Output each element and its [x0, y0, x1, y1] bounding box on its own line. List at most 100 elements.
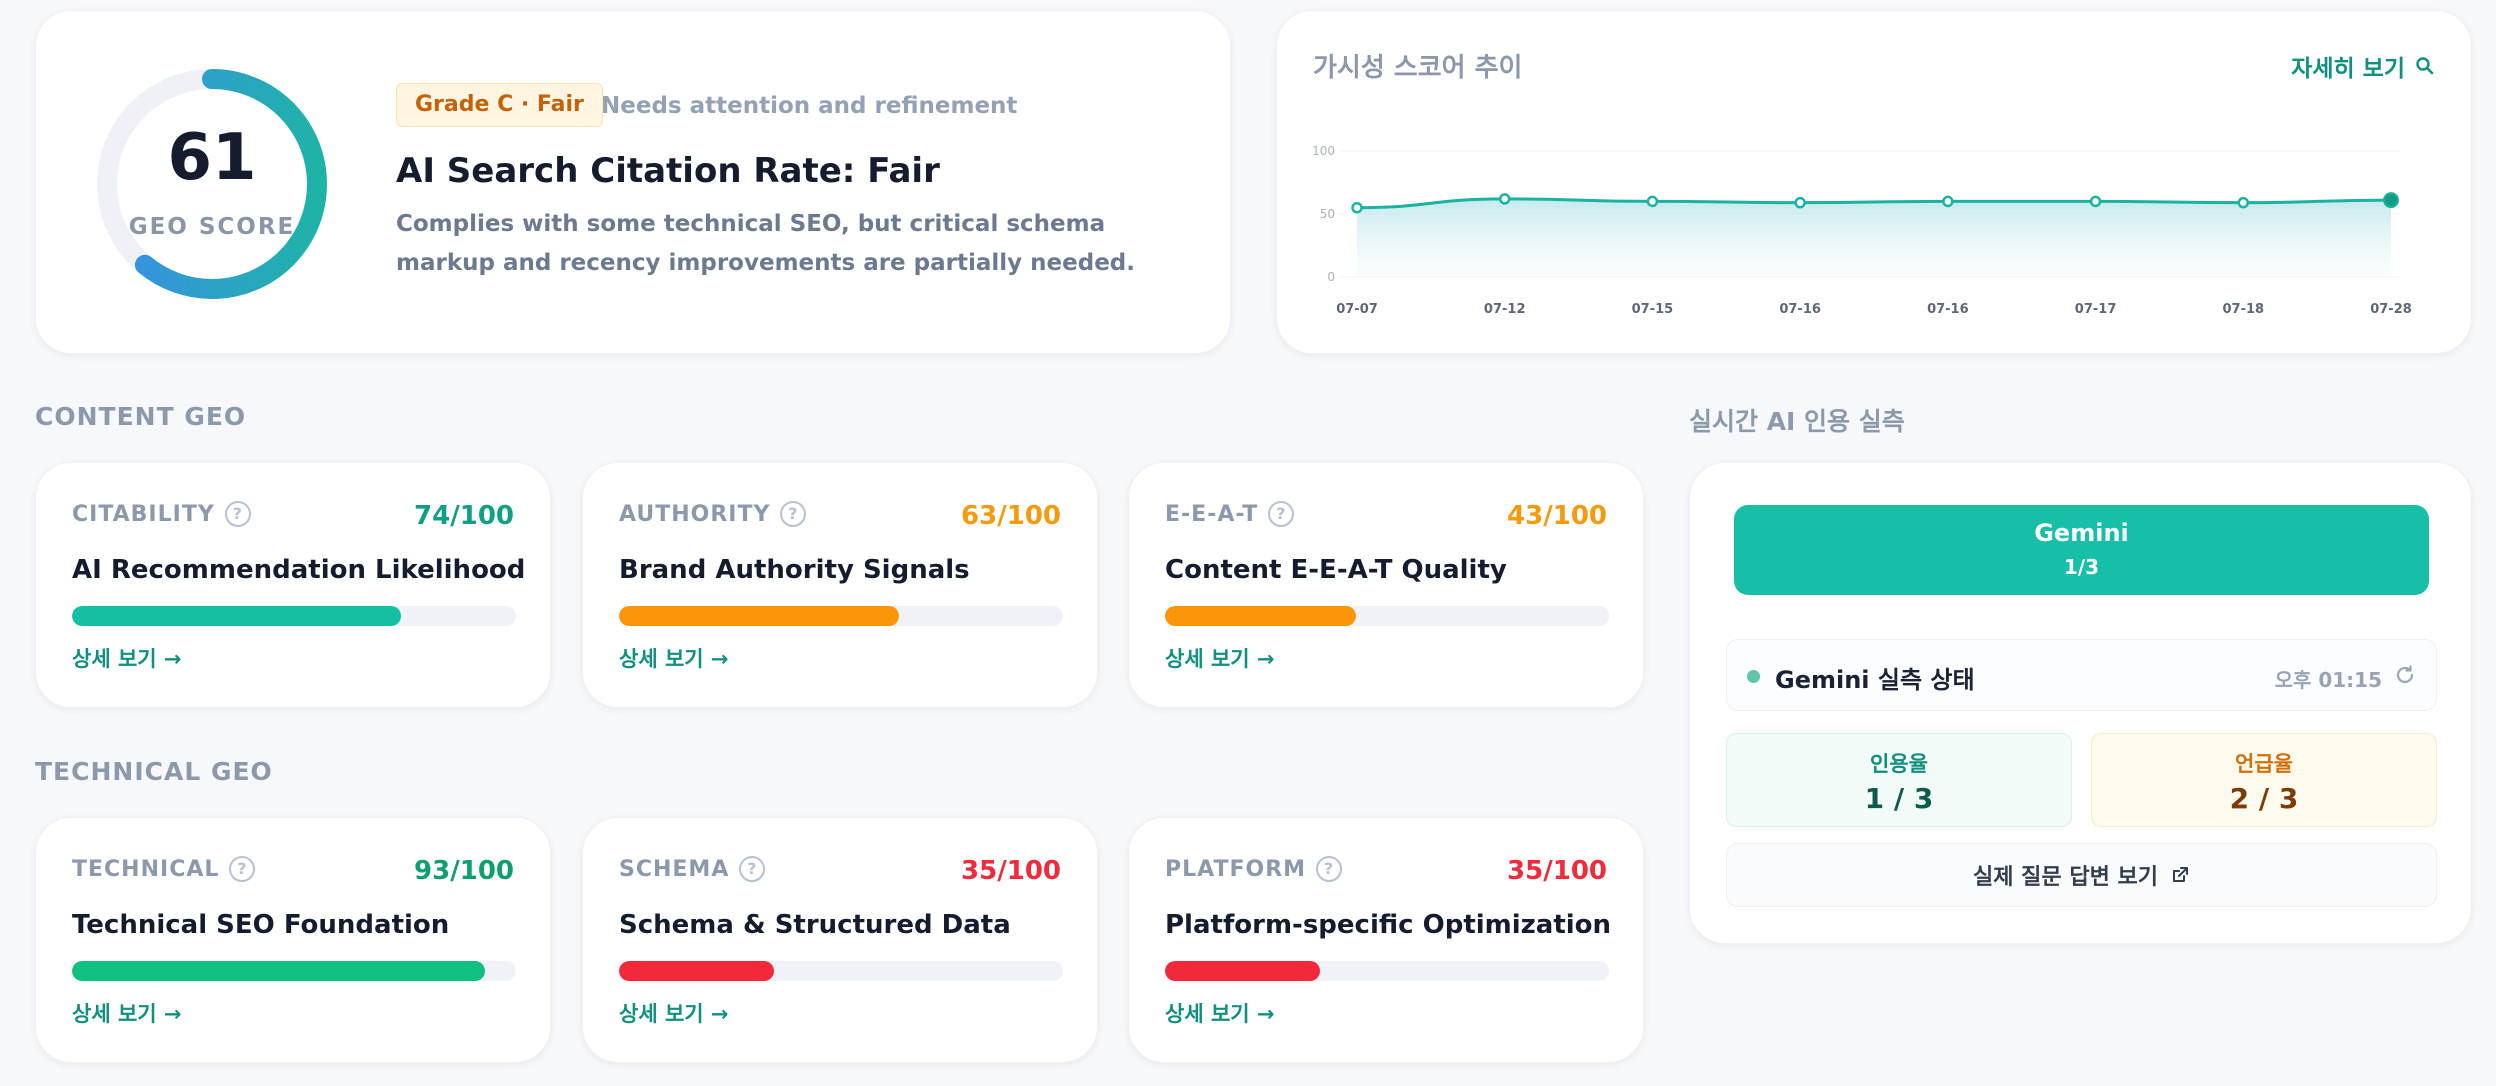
help-icon[interactable]: ? [780, 501, 807, 527]
metric-score: 93/100 [414, 856, 514, 886]
y-tick-label: 100 [1312, 144, 1335, 158]
metric-title: Schema & Structured Data [619, 910, 1011, 940]
geo-score-label: GEO SCORE [128, 214, 296, 240]
progress-fill [72, 961, 485, 981]
detail-link[interactable]: 상세 보기 → [1165, 643, 1275, 673]
mention-rate-box: 언급율 2 / 3 [2091, 733, 2437, 827]
trend-point [1942, 195, 1954, 208]
score-description: Complies with some technical SEO, but cr… [396, 211, 1135, 276]
search-icon [2416, 57, 2434, 75]
metric-name: E-E-A-T [1165, 501, 1259, 527]
status-row: Gemini 실측 상태 오후 01:15 [1726, 639, 2437, 711]
x-tick-label: 07-16 [1927, 302, 1969, 317]
citation-rate-box: 인용율 1 / 3 [1726, 733, 2072, 827]
trend-point [1646, 195, 1659, 208]
content-geo-title: CONTENT GEO [35, 402, 247, 431]
metric-card-platform: PLATFORM? 35/100 Platform-specific Optim… [1128, 817, 1644, 1063]
progress-fill [1165, 961, 1321, 981]
progress-fill [1165, 606, 1356, 626]
y-tick-label: 0 [1327, 270, 1335, 284]
mention-rate-value: 2 / 3 [2229, 782, 2299, 815]
metric-name: PLATFORM [1165, 856, 1307, 882]
trend-point [1794, 196, 1806, 209]
metric-score: 63/100 [961, 501, 1061, 531]
metric-score: 74/100 [414, 501, 514, 531]
metric-title: Platform-specific Optimization [1165, 910, 1612, 940]
help-icon[interactable]: ? [739, 856, 766, 882]
metric-name: CITABILITY [72, 501, 215, 527]
geo-score-value: 61 [167, 121, 257, 195]
x-tick-label: 07-18 [2222, 302, 2264, 317]
detail-link[interactable]: 상세 보기 → [619, 998, 729, 1028]
trend-detail-label: 자세히 보기 [2291, 56, 2405, 82]
detail-link[interactable]: 상세 보기 → [619, 643, 729, 673]
tab-gemini-count: 1/3 [2063, 555, 2100, 579]
x-tick-label: 07-15 [1632, 302, 1674, 317]
x-tick-label: 07-07 [1336, 302, 1378, 317]
progress-track [72, 961, 516, 981]
metric-card-schema: SCHEMA? 35/100 Schema & Structured Data … [582, 817, 1098, 1063]
live-title: 실시간 AI 인용 실측 [1689, 407, 1905, 436]
progress-track [1165, 606, 1609, 626]
view-answers-label: 실제 질문 답변 보기 [1973, 865, 2158, 890]
live-citation-card: Gemini 1/3 Gemini 실측 상태 오후 01:15 인용율 1 /… [1689, 462, 2472, 944]
tab-gemini-label: Gemini [2034, 519, 2129, 547]
help-icon[interactable]: ? [1268, 501, 1295, 527]
progress-track [619, 961, 1063, 981]
progress-track [1165, 961, 1609, 981]
trend-chart: 07-07 07-12 07-15 07-16 07-16 07-17 07-18 07-28… [1312, 144, 2412, 317]
tab-gemini[interactable]: Gemini 1/3 [1734, 505, 2429, 595]
metric-score: 43/100 [1507, 501, 1607, 531]
grade-note: Needs attention and refinement [601, 93, 1018, 119]
progress-fill [619, 606, 899, 626]
trend-point [2383, 192, 2399, 209]
detail-link[interactable]: 상세 보기 → [72, 998, 182, 1028]
trend-title: 가시성 스코어 추이 [1313, 53, 1523, 83]
score-title: AI Search Citation Rate: Fair [396, 151, 940, 191]
progress-fill [72, 606, 401, 626]
external-link-icon [2172, 867, 2188, 882]
trend-card: 가시성 스코어 추이 자세히 보기 07-07 07-12 07-15 07-16 07… [1276, 10, 2472, 354]
trend-detail-link[interactable]: 자세히 보기 [2291, 49, 2435, 83]
progress-fill [619, 961, 775, 981]
help-icon[interactable]: ? [229, 856, 256, 882]
trend-point [2237, 196, 2250, 209]
citation-rate-label: 인용율 [1870, 752, 1928, 776]
metric-card-eeat: E-E-A-T? 43/100 Content E-E-A-T Quality … [1128, 462, 1644, 708]
technical-geo-title: TECHNICAL GEO [35, 757, 273, 786]
status-time: 오후 01:15 [2274, 668, 2382, 692]
metric-name: TECHNICAL [72, 856, 220, 882]
x-tick-label: 07-12 [1484, 302, 1526, 317]
metric-score: 35/100 [961, 856, 1061, 886]
view-answers-button[interactable]: 실제 질문 답변 보기 [1726, 843, 2437, 907]
help-icon[interactable]: ? [224, 501, 251, 527]
metric-title: AI Recommendation Likelihood [72, 555, 526, 585]
metric-card-technical: TECHNICAL? 93/100 Technical SEO Foundati… [35, 817, 551, 1063]
grade-badge: Grade C · Fair [396, 83, 603, 127]
progress-track [72, 606, 516, 626]
metric-name: SCHEMA [619, 856, 730, 882]
trend-point [1351, 201, 1363, 214]
x-tick-label: 07-28 [2370, 302, 2412, 317]
detail-link[interactable]: 상세 보기 → [72, 643, 182, 673]
progress-track [619, 606, 1063, 626]
mention-rate-label: 언급율 [2235, 752, 2293, 776]
metric-title: Content E-E-A-T Quality [1165, 555, 1507, 585]
trend-point [2089, 195, 2102, 208]
metric-card-authority: AUTHORITY? 63/100 Brand Authority Signal… [582, 462, 1098, 708]
x-tick-label: 07-16 [1779, 302, 1821, 317]
detail-link[interactable]: 상세 보기 → [1165, 998, 1275, 1028]
x-tick-label: 07-17 [2075, 302, 2117, 317]
metric-score: 35/100 [1507, 856, 1607, 886]
trend-point [1498, 193, 1511, 205]
y-tick-label: 50 [1320, 207, 1335, 221]
trend-area [1357, 198, 2391, 277]
metric-title: Brand Authority Signals [619, 555, 970, 585]
refresh-icon[interactable] [2394, 664, 2416, 686]
metric-title: Technical SEO Foundation [72, 910, 450, 940]
score-card: 61 GEO SCORE Grade C · Fair Needs attent… [35, 10, 1231, 354]
help-icon[interactable]: ? [1316, 856, 1343, 882]
metric-name: AUTHORITY [619, 501, 771, 527]
status-dot [1747, 670, 1760, 683]
citation-rate-value: 1 / 3 [1864, 782, 1934, 815]
